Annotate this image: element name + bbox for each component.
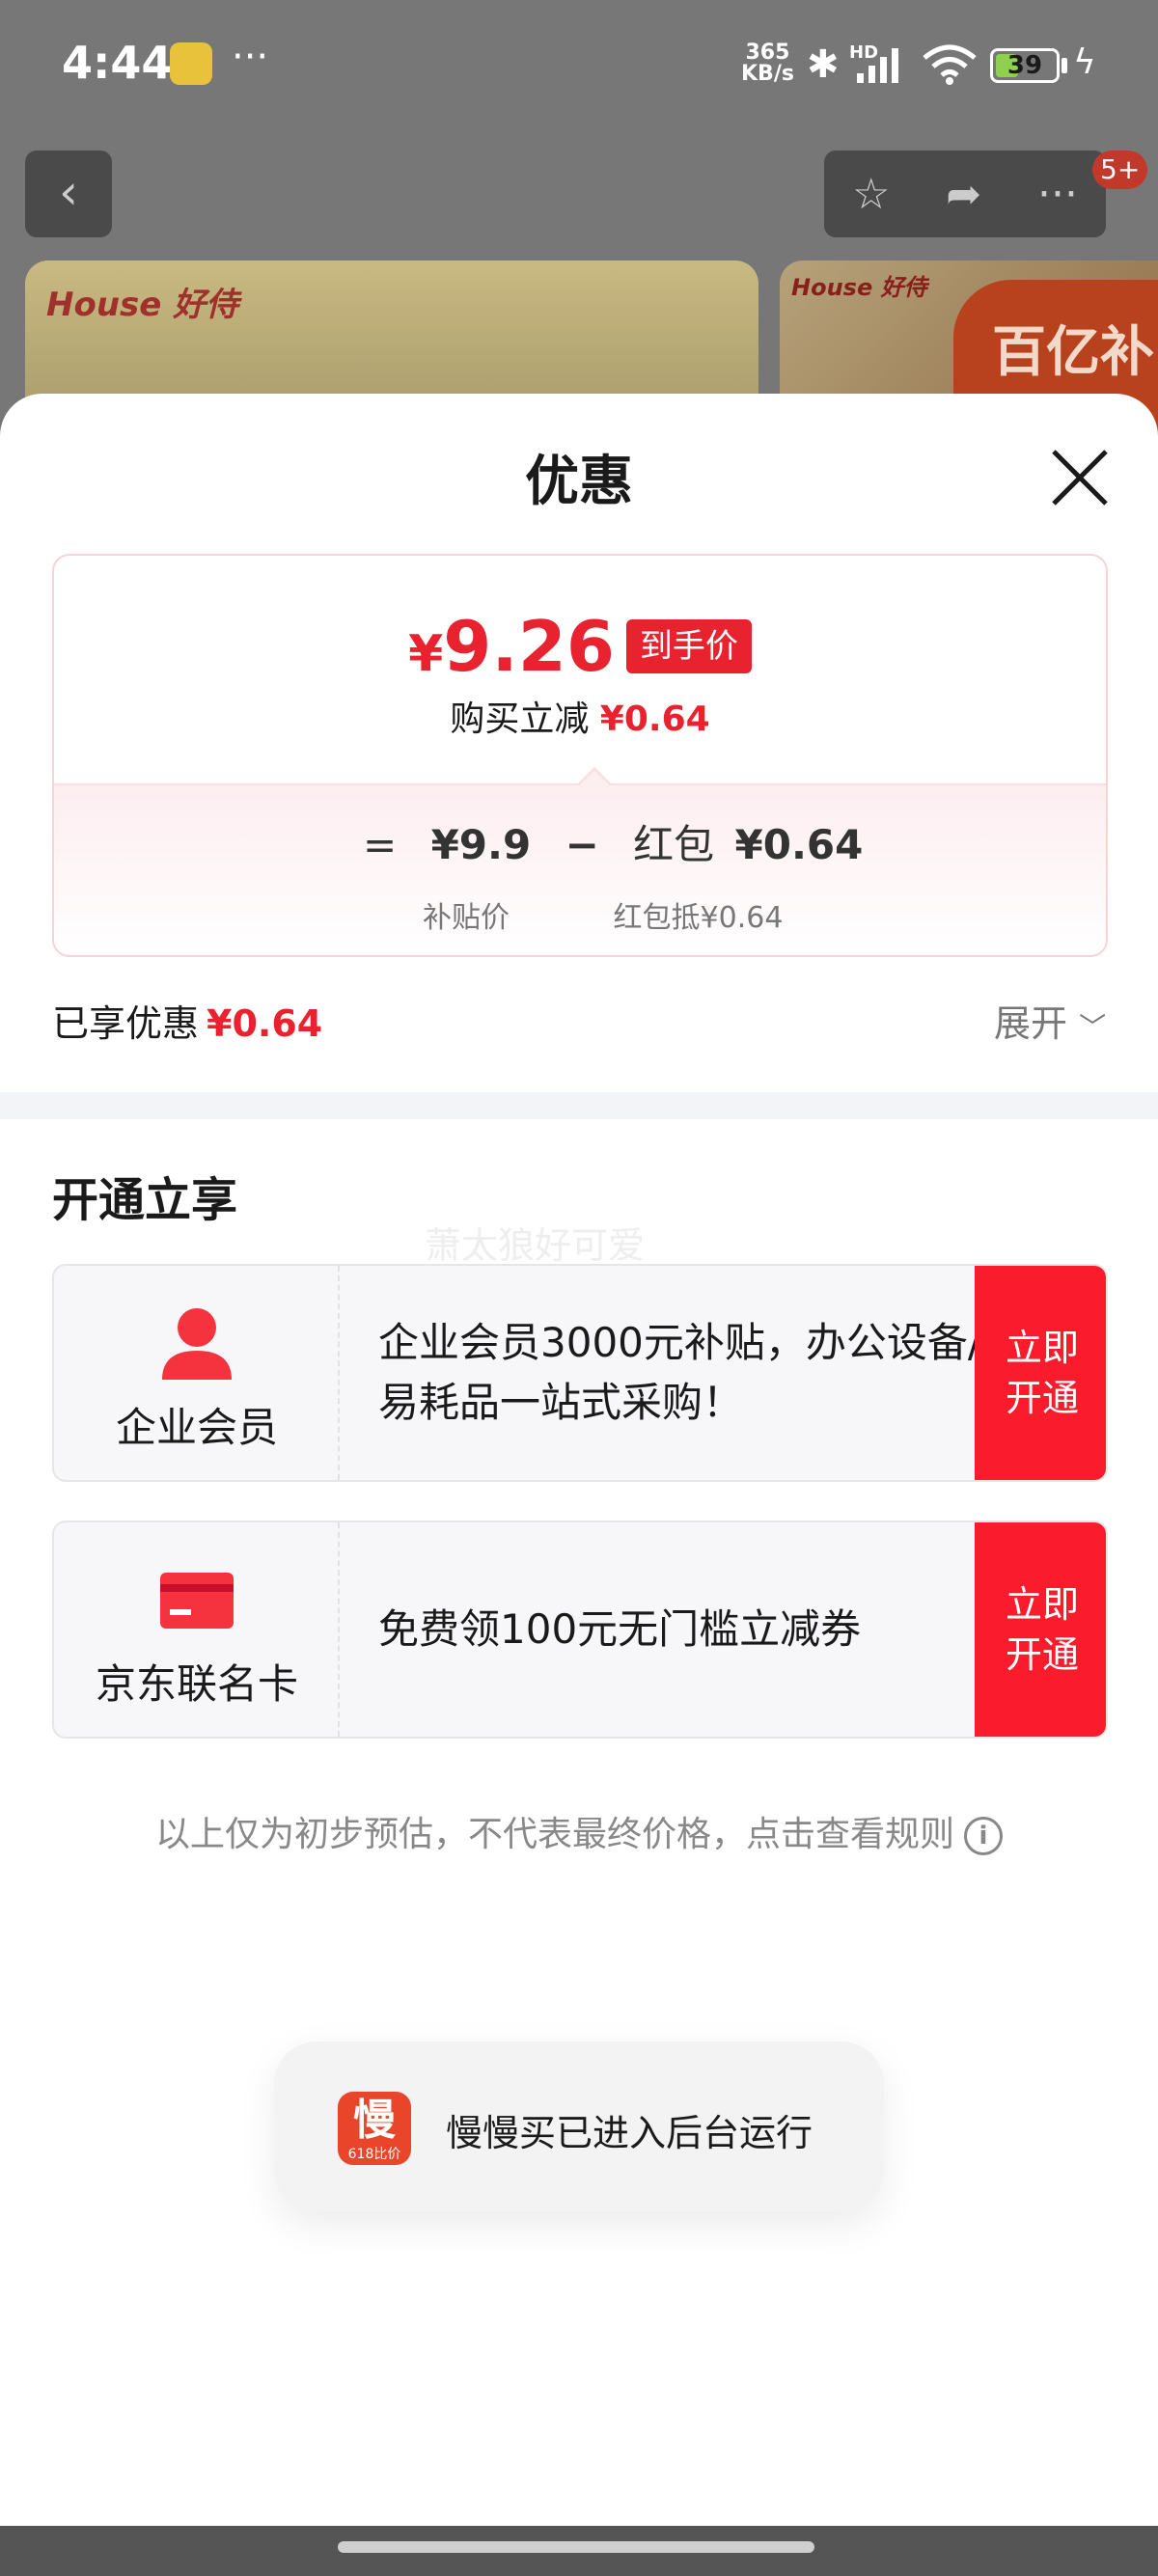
card-icon (160, 1573, 234, 1629)
instant-discount: 购买立减 ¥0.64 (54, 691, 1106, 741)
formula-captions: 补贴价 红包抵¥0.64 (423, 893, 783, 936)
equals-sign: = (363, 821, 398, 868)
app-icon-glyph: 慢 (353, 2096, 396, 2145)
background-product-page: 4:44 ··· 365 KB/s ✱ HD 39 ϟ ‹ ☆ ➦ ··· 5+… (0, 0, 1158, 453)
network-speed-value: 365 (745, 41, 790, 65)
battery-tip (1062, 58, 1067, 73)
app-icon-caption: 618比价 (347, 2147, 401, 2162)
share-icon[interactable]: ➦ (946, 170, 981, 219)
base-price-caption: 补贴价 (423, 901, 510, 935)
instant-discount-label: 购买立减 (450, 699, 590, 739)
enjoyed-discount: 已享优惠 ¥0.64 (52, 994, 322, 1047)
more-icon[interactable]: ··· (1037, 170, 1078, 219)
disclaimer[interactable]: 以上仅为初步预估，不代表最终价格，点击查看规则 i (0, 1806, 1158, 1856)
info-icon: i (964, 1817, 1003, 1855)
final-price: ¥9.26 到手价 (54, 606, 1106, 687)
red-packet-caption: 红包抵¥0.64 (613, 901, 784, 935)
bluetooth-icon: ✱ (807, 42, 840, 87)
formula-row: = ¥9.9 − 红包 ¥0.64 (363, 812, 884, 871)
nav-actions: ☆ ➦ ··· (824, 151, 1106, 237)
offer-description: 企业会员3000元补贴，办公设备/易耗品一站式采购！ (378, 1319, 982, 1426)
activate-enterprise-button[interactable]: 立即开通 (975, 1266, 1106, 1480)
price-formula: = ¥9.9 − 红包 ¥0.64 补贴价 红包抵¥0.64 (54, 783, 1106, 955)
status-more: ··· (232, 35, 269, 79)
network-speed: 365 KB/s (741, 42, 794, 85)
chevron-down-icon: ﹀ (1079, 1011, 1107, 1043)
thumbnail-brand: House 好侍 (791, 274, 927, 301)
disclaimer-text: 以上仅为初步预估，不代表最终价格，点击查看规则 (154, 1815, 954, 1854)
offer-description: 免费领100元无门槛立减券 (378, 1605, 862, 1653)
final-price-block: ¥9.26 到手价 购买立减 ¥0.64 (54, 556, 1106, 783)
battery-icon: 39 (990, 48, 1060, 83)
final-price-value: ¥9.26 (408, 606, 615, 687)
person-icon (162, 1308, 232, 1380)
activate-card-button[interactable]: 立即开通 (975, 1522, 1106, 1737)
back-icon: ‹ (59, 164, 78, 220)
home-indicator[interactable] (338, 2541, 814, 2553)
back-button[interactable]: ‹ (25, 151, 112, 237)
toast-message: 慢慢买已进入后台运行 (446, 2112, 813, 2154)
offer-name: 企业会员 (115, 1404, 278, 1451)
expand-button[interactable]: 展开 ﹀ (994, 994, 1106, 1047)
enjoyed-discount-value: ¥0.64 (207, 1002, 323, 1045)
instant-discount-value: ¥0.64 (599, 699, 710, 739)
wifi-icon (923, 44, 977, 85)
final-price-tag: 到手价 (625, 619, 752, 673)
enjoyed-discount-label: 已享优惠 (52, 1002, 200, 1045)
charging-icon: ϟ (1073, 42, 1096, 82)
network-speed-unit: KB/s (741, 62, 794, 86)
navigation-area (0, 2526, 1158, 2576)
status-time: 4:44 (62, 37, 173, 89)
watermark: 萧太狼好可爱 (425, 1224, 646, 1267)
app-notification-icon (170, 42, 212, 85)
close-icon[interactable] (1044, 442, 1116, 513)
minus-sign: − (565, 821, 599, 868)
offer-left: 企业会员 (54, 1266, 340, 1480)
offer-name: 京东联名卡 (95, 1660, 298, 1708)
base-price: ¥9.9 (430, 821, 532, 868)
app-icon: 慢 618比价 (338, 2092, 411, 2165)
status-bar: 4:44 ··· 365 KB/s ✱ HD 39 ϟ (0, 0, 1158, 135)
red-packet-label: 红包 (633, 821, 715, 868)
offer-cobrand-card: 京东联名卡 免费领100元无门槛立减券 立即开通 (52, 1521, 1108, 1739)
discount-sheet: 优惠 ¥9.26 到手价 购买立减 ¥0.64 = ¥9.9 − 红包 ¥0.64… (0, 394, 1158, 2526)
sheet-title: 优惠 (525, 451, 633, 513)
section-title: 开通立享 (52, 1173, 238, 1227)
price-card: ¥9.26 到手价 购买立减 ¥0.64 = ¥9.9 − 红包 ¥0.64 补贴… (52, 554, 1108, 957)
star-icon[interactable]: ☆ (852, 170, 890, 219)
offer-left: 京东联名卡 (54, 1522, 340, 1737)
brand-logo: House 好侍 (46, 286, 239, 324)
background-toast: 慢 618比价 慢慢买已进入后台运行 (274, 2042, 884, 2211)
notification-badge: 5+ (1092, 151, 1148, 189)
section-divider (0, 1092, 1158, 1119)
offer-enterprise-member: 企业会员 企业会员3000元补贴，办公设备/易耗品一站式采购！ 立即开通 (52, 1264, 1108, 1482)
battery-percent: 39 (1006, 51, 1043, 80)
signal-icon (857, 48, 898, 83)
red-packet-value: ¥0.64 (734, 821, 864, 868)
expand-label: 展开 (994, 1002, 1068, 1045)
